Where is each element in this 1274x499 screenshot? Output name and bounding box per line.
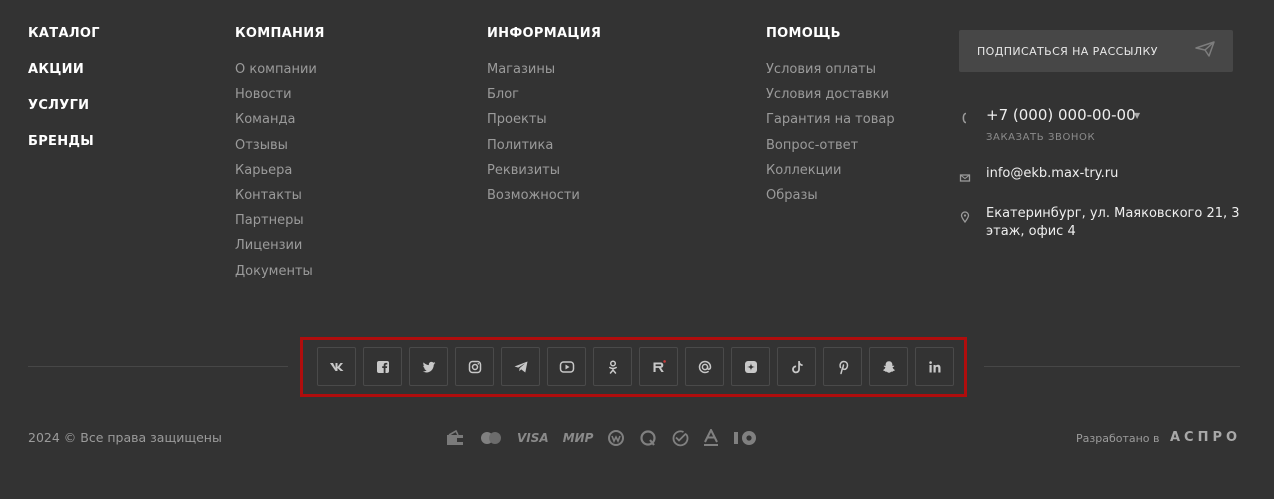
footer-link[interactable]: Лицензии	[235, 238, 325, 254]
linkedin-icon[interactable]	[915, 347, 954, 386]
dzen-icon[interactable]	[731, 347, 770, 386]
sberpay-icon	[671, 429, 689, 447]
developer-label: Разработано в	[1076, 432, 1160, 445]
subscribe-label: ПОДПИСАТЬСЯ НА РАССЫЛКУ	[977, 44, 1158, 58]
send-icon	[1195, 41, 1215, 61]
footer-link-catalog[interactable]: КАТАЛОГ	[28, 26, 100, 42]
subscribe-button[interactable]: ПОДПИСАТЬСЯ НА РАССЫЛКУ	[959, 30, 1233, 72]
catalog-column: КАТАЛОГ АКЦИИ УСЛУГИ БРЕНДЫ	[28, 26, 100, 170]
help-links: Условия оплаты Условия доставки Гарантия…	[766, 62, 895, 204]
company-column: КОМПАНИЯ О компании Новости Команда Отзы…	[235, 26, 325, 289]
email-link[interactable]: info@ekb.max-try.ru	[986, 166, 1118, 181]
payment-methods: VISA МИР	[445, 428, 759, 448]
footer-link[interactable]: Блог	[487, 87, 601, 103]
footer-link-sales[interactable]: АКЦИИ	[28, 62, 100, 78]
divider	[984, 366, 1240, 367]
vk-icon[interactable]	[317, 347, 356, 386]
visa-icon: VISA	[517, 431, 549, 445]
footer-link[interactable]: Коллекции	[766, 163, 895, 179]
pinterest-icon[interactable]	[823, 347, 862, 386]
footer-link[interactable]: Гарантия на товар	[766, 112, 895, 128]
mail-icon	[959, 169, 971, 182]
snapchat-icon[interactable]	[869, 347, 908, 386]
company-title[interactable]: КОМПАНИЯ	[235, 26, 325, 42]
footer-link[interactable]: Документы	[235, 264, 325, 280]
address-text: Екатеринбург, ул. Маяковского 21, 3 этаж…	[986, 206, 1240, 239]
info-column: ИНФОРМАЦИЯ Магазины Блог Проекты Политик…	[487, 26, 601, 213]
phone-number[interactable]: +7 (000) 000-00-00	[986, 106, 1136, 124]
footer-link[interactable]: Отзывы	[235, 138, 325, 154]
footer-link[interactable]: Контакты	[235, 188, 325, 204]
footer-link-services[interactable]: УСЛУГИ	[28, 98, 100, 114]
webmoney-icon	[607, 429, 625, 447]
wallet-icon	[445, 429, 465, 447]
footer-link[interactable]: О компании	[235, 62, 325, 78]
footer-link[interactable]: Условия оплаты	[766, 62, 895, 78]
odnoklassniki-icon[interactable]	[593, 347, 632, 386]
aspro-logo[interactable]: АСПРО	[1170, 430, 1241, 445]
qiwi-icon	[639, 429, 657, 447]
footer-link[interactable]: Реквизиты	[487, 163, 601, 179]
company-links: О компании Новости Команда Отзывы Карьер…	[235, 62, 325, 280]
tiktok-icon[interactable]	[777, 347, 816, 386]
footer-link[interactable]: Новости	[235, 87, 325, 103]
twitter-icon[interactable]	[409, 347, 448, 386]
youtube-icon[interactable]	[547, 347, 586, 386]
phone-icon	[959, 109, 971, 124]
alfa-bank-icon	[703, 429, 719, 447]
help-column: ПОМОЩЬ Условия оплаты Условия доставки Г…	[766, 26, 895, 213]
footer-link[interactable]: Карьера	[235, 163, 325, 179]
help-title[interactable]: ПОМОЩЬ	[766, 26, 895, 42]
footer-link[interactable]: Возможности	[487, 188, 601, 204]
footer-link[interactable]: Магазины	[487, 62, 601, 78]
mail-ru-icon[interactable]	[685, 347, 724, 386]
yoomoney-icon	[733, 429, 759, 447]
social-links	[317, 347, 954, 386]
footer-link[interactable]: Команда	[235, 112, 325, 128]
instagram-icon[interactable]	[455, 347, 494, 386]
callback-link[interactable]: ЗАКАЗАТЬ ЗВОНОК	[986, 132, 1095, 143]
footer-link-brands[interactable]: БРЕНДЫ	[28, 134, 100, 150]
info-title[interactable]: ИНФОРМАЦИЯ	[487, 26, 601, 42]
facebook-icon[interactable]	[363, 347, 402, 386]
footer-link[interactable]: Партнеры	[235, 213, 325, 229]
location-pin-icon	[959, 208, 971, 224]
footer-link[interactable]: Образы	[766, 188, 895, 204]
mir-icon: МИР	[562, 431, 594, 445]
chevron-down-icon[interactable]: ▼	[1134, 111, 1140, 120]
divider	[28, 366, 288, 367]
rutube-icon[interactable]	[639, 347, 678, 386]
footer-link[interactable]: Проекты	[487, 112, 601, 128]
footer-link[interactable]: Условия доставки	[766, 87, 895, 103]
info-links: Магазины Блог Проекты Политика Реквизиты…	[487, 62, 601, 204]
footer-link[interactable]: Вопрос-ответ	[766, 138, 895, 154]
telegram-icon[interactable]	[501, 347, 540, 386]
mastercard-icon	[479, 429, 503, 447]
footer-link[interactable]: Политика	[487, 138, 601, 154]
copyright-text: 2024 © Все права защищены	[28, 430, 222, 445]
